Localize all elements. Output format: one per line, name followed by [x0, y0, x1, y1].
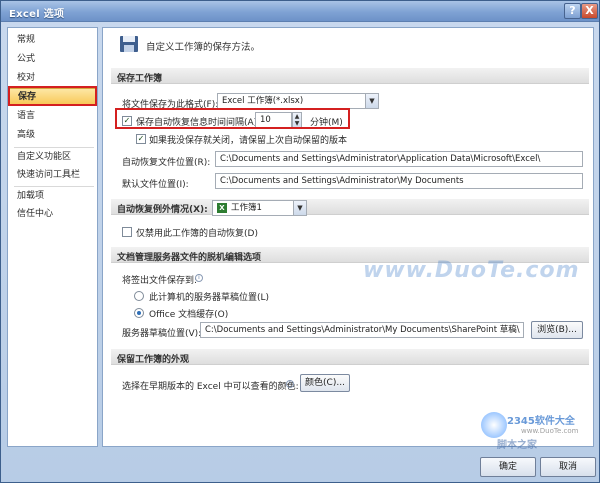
section-title: 文档管理服务器文件的脱机编辑选项 [117, 253, 262, 263]
server-drafts-location-input[interactable]: C:\Documents and Settings\Administrator\… [200, 322, 524, 338]
sidebar-item-trust-center[interactable]: 信任中心 [9, 206, 97, 223]
logo-cn-text: 脚本之家 [497, 440, 537, 451]
sidebar-item-add-ins[interactable]: 加载项 [9, 188, 97, 205]
section-workbook-appearance: 保留工作簿的外观 [111, 349, 589, 365]
logo-url-text: www.DuoTe.com [521, 427, 579, 435]
save-format-value: Excel 工作簿(*.xlsx) [222, 96, 304, 106]
server-drafts-option-label: 此计算机的服务器草稿位置(L) [149, 293, 270, 303]
exceptions-workbook-dropdown[interactable]: X 工作簿1 ▼ [212, 200, 307, 216]
logo-brand-text: 2345软件大全 [507, 416, 575, 427]
sidebar-item-proofing[interactable]: 校对 [9, 70, 97, 87]
server-drafts-location-label: 服务器草稿位置(V): [122, 329, 202, 339]
colors-label: 选择在早期版本的 Excel 中可以查看的颜色: [122, 382, 299, 392]
section-autorecover-exceptions: 自动恢复例外情况(X): [111, 199, 589, 215]
sidebar-item-language[interactable]: 语言 [9, 108, 97, 125]
keep-last-version-checkbox[interactable]: ✓ [136, 134, 146, 144]
corner-logo-watermark: 2345软件大全 www.DuoTe.com 脚本之家 [481, 408, 596, 451]
exceptions-workbook-value: 工作簿1 [231, 203, 262, 213]
sidebar-item-general[interactable]: 常规 [9, 32, 97, 49]
office-cache-option-label: Office 文档缓存(O) [149, 310, 229, 320]
sidebar-item-formulas[interactable]: 公式 [9, 51, 97, 68]
info-icon: i [195, 274, 203, 282]
sidebar-item-advanced[interactable]: 高级 [9, 127, 97, 144]
sidebar-divider [14, 186, 94, 187]
sidebar-item-customize-ribbon[interactable]: 自定义功能区 [9, 149, 97, 166]
autorecover-location-input[interactable]: C:\Documents and Settings\Administrator\… [215, 151, 583, 167]
ok-button[interactable]: 确定 [480, 457, 536, 477]
sidebar-item-quick-access-toolbar[interactable]: 快速访问工具栏 [9, 167, 97, 184]
chevron-down-icon: ▼ [293, 201, 306, 215]
title-bar: Excel 选项 ? X [1, 1, 599, 22]
colors-button[interactable]: 颜色(C)... [300, 374, 350, 392]
excel-workbook-icon: X [217, 203, 227, 213]
radio-server-drafts[interactable] [134, 291, 144, 301]
autorecover-highlight [115, 108, 350, 129]
excel-options-dialog: Excel 选项 ? X 常规 公式 校对 保存 语言 高级 自定义功能区 快速… [0, 0, 600, 483]
exceptions-label: 自动恢复例外情况(X): [117, 205, 208, 215]
panel-heading: 自定义工作簿的保存方法。 [146, 42, 261, 53]
default-location-label: 默认文件位置(I): [122, 180, 189, 190]
autorecover-location-label: 自动恢复文件位置(R): [122, 158, 211, 168]
section-title: 保留工作簿的外观 [117, 355, 190, 365]
help-button[interactable]: ? [564, 3, 581, 19]
chevron-down-icon: ▼ [365, 94, 378, 108]
disable-autorecover-label: 仅禁用此工作簿的自动恢复(D) [136, 229, 258, 239]
save-checked-out-label: 将签出文件保存到: [122, 276, 198, 286]
section-save-workbooks: 保存工作簿 [111, 68, 589, 84]
keep-last-version-label: 如果我没保存就关闭，请保留上次自动保留的版本 [149, 136, 348, 146]
close-button[interactable]: X [581, 3, 598, 19]
radio-office-cache[interactable] [134, 308, 144, 318]
disable-autorecover-checkbox[interactable] [122, 227, 132, 237]
logo-circle-icon [481, 412, 507, 438]
dialog-title: Excel 选项 [9, 9, 65, 20]
section-title: 保存工作簿 [117, 74, 163, 84]
info-icon: i [286, 380, 294, 388]
save-options-panel: 自定义工作簿的保存方法。 保存工作簿 将文件保存为此格式(F): Excel 工… [102, 27, 594, 447]
save-format-dropdown[interactable]: Excel 工作簿(*.xlsx) ▼ [217, 93, 379, 109]
cancel-button[interactable]: 取消 [540, 457, 596, 477]
sidebar-divider [14, 147, 94, 148]
site-watermark: www.DuoTe.com [363, 258, 580, 283]
save-item-highlight [8, 86, 97, 106]
save-disk-icon [120, 36, 138, 52]
default-location-input[interactable]: C:\Documents and Settings\Administrator\… [215, 173, 583, 189]
browse-button[interactable]: 浏览(B)... [531, 321, 583, 339]
